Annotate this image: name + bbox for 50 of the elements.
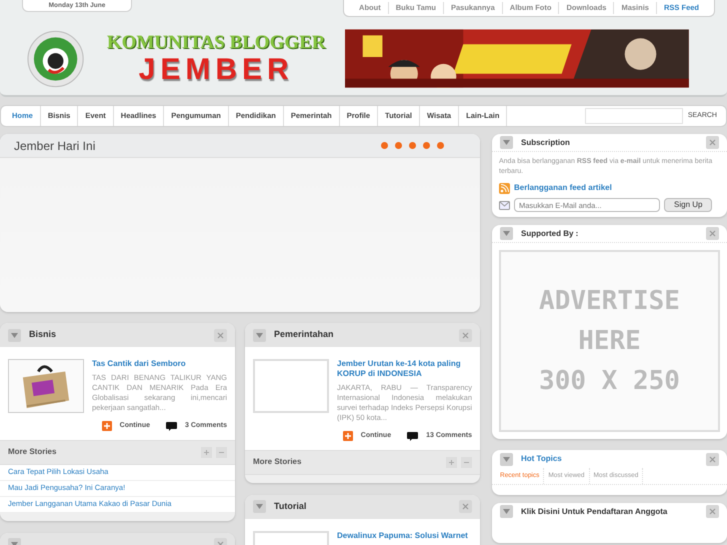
- widget-title: Hot Topics: [521, 453, 562, 465]
- collapse-icon[interactable]: [500, 505, 513, 518]
- collapse-icon[interactable]: [216, 446, 227, 458]
- collapse-icon[interactable]: [500, 136, 513, 149]
- close-icon[interactable]: [459, 500, 472, 513]
- widget-title: Supported By :: [521, 228, 578, 240]
- widget-title: Pemerintahan: [274, 328, 334, 342]
- close-icon[interactable]: [459, 328, 472, 342]
- rss-icon: [499, 182, 510, 194]
- widget-title: Tutorial: [274, 500, 306, 513]
- close-icon[interactable]: [706, 505, 719, 518]
- comment-icon: [166, 422, 177, 431]
- widget-title: Bisnis: [29, 328, 56, 342]
- more-stories-heading: More Stories: [8, 446, 56, 458]
- post-title-link[interactable]: Jember Urutan ke-14 kota paling KORUP di INDONESIA: [337, 359, 472, 379]
- slide-dot-icon[interactable]: [409, 142, 416, 149]
- search-field[interactable]: [584, 108, 683, 124]
- mail-icon: [499, 200, 510, 210]
- widget-title: Subscription: [521, 136, 570, 148]
- site-subtitle: JEMBER: [138, 54, 294, 86]
- post-title-link[interactable]: Tas Cantik dari Semboro: [92, 359, 227, 369]
- slide-dot-icon[interactable]: [395, 142, 402, 149]
- plus-icon: [342, 431, 353, 442]
- close-icon[interactable]: [706, 452, 719, 466]
- slide-dot-icon[interactable]: [423, 142, 430, 149]
- ad-text: 300 X 250: [539, 365, 680, 398]
- collapse-icon[interactable]: [253, 500, 266, 513]
- collapse-icon[interactable]: [8, 328, 21, 342]
- close-icon[interactable]: [706, 136, 719, 149]
- slide-dot-icon[interactable]: [381, 142, 388, 149]
- collapse-icon[interactable]: [253, 328, 266, 342]
- site-title: KOMUNITAS BLOGGER: [106, 32, 326, 54]
- slide-dot-icon[interactable]: [437, 142, 444, 149]
- collapse-icon[interactable]: [461, 456, 472, 468]
- expand-icon[interactable]: [201, 446, 212, 458]
- ad-text: HERE: [578, 325, 641, 358]
- featured-title: Jember Hari Ini: [14, 138, 96, 154]
- more-stories-heading: More Stories: [253, 456, 302, 468]
- expand-icon[interactable]: [446, 456, 457, 468]
- close-icon[interactable]: [706, 227, 719, 240]
- ad-text: ADVERTISE: [539, 285, 680, 318]
- collapse-icon[interactable]: [500, 452, 513, 466]
- widget-title: Klik Disini Untuk Pendaftaran Anggota: [521, 506, 668, 518]
- sign-up-button[interactable]: Sign Up: [664, 198, 712, 212]
- feed-link[interactable]: Berlangganan feed artikel: [514, 182, 612, 194]
- plus-icon: [102, 421, 112, 432]
- close-icon[interactable]: [214, 328, 227, 342]
- collapse-icon[interactable]: [500, 227, 513, 240]
- logo-icon: [27, 30, 84, 88]
- comment-icon: [407, 432, 418, 441]
